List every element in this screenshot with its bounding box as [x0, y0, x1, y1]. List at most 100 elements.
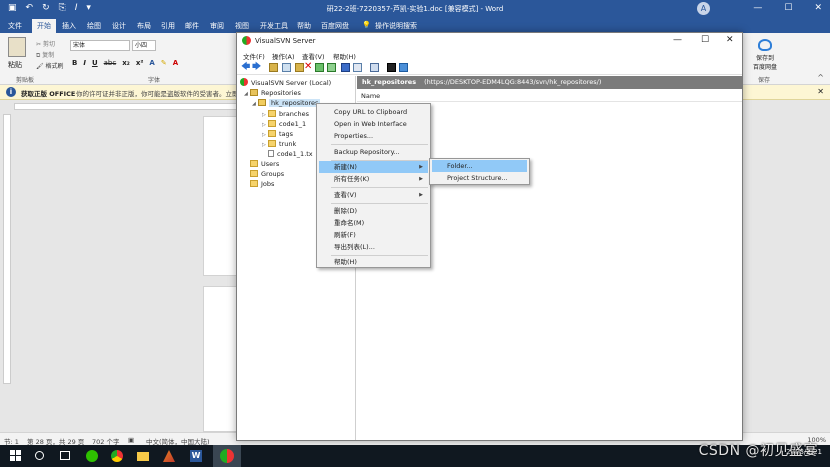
delete-icon[interactable]: ✕	[304, 62, 313, 72]
tree-groups[interactable]: Groups	[250, 169, 284, 179]
notice-close-icon[interactable]: ✕	[817, 87, 824, 96]
tab-mailings[interactable]: 邮件	[185, 21, 199, 31]
properties-icon[interactable]	[341, 63, 350, 72]
tab-review[interactable]: 审阅	[210, 21, 224, 31]
tree-users[interactable]: Users	[250, 159, 279, 169]
tree-tags[interactable]: ▷ tags	[262, 129, 293, 139]
menu-view-sub[interactable]: 查看(V) ▶	[319, 189, 428, 201]
new-window-icon[interactable]	[370, 63, 379, 72]
italic-button[interactable]: I	[83, 59, 86, 67]
menu-open-web[interactable]: Open in Web Interface	[319, 118, 407, 130]
text-effects-button[interactable]: A	[149, 59, 154, 67]
tab-layout[interactable]: 布局	[137, 21, 151, 31]
tab-baidu-netdisk[interactable]: 百度网盘	[321, 21, 349, 31]
document-page[interactable]	[203, 116, 237, 276]
paste-icon[interactable]	[8, 37, 26, 57]
tab-file[interactable]: 文件	[8, 21, 22, 31]
menu-all-tasks[interactable]: 所有任务(K) ▶	[319, 173, 428, 185]
tree-server[interactable]: VisualSVN Server (Local)	[240, 78, 331, 88]
svn-maximize-button[interactable]: ☐	[701, 35, 709, 45]
menu-copy-url[interactable]: Copy URL to Clipboard	[319, 106, 407, 118]
tab-help[interactable]: 帮助	[297, 21, 311, 31]
cut-button[interactable]: ✂ 剪切	[36, 39, 55, 48]
file-explorer-icon[interactable]	[137, 452, 149, 461]
matlab-icon[interactable]	[163, 450, 175, 462]
show-tree-icon[interactable]	[282, 63, 291, 72]
tree-repo-hk[interactable]: ◢ hk_repositores	[252, 98, 321, 108]
maximize-button[interactable]: ☐	[784, 3, 792, 13]
tab-insert[interactable]: 插入	[62, 21, 76, 31]
console-icon[interactable]	[387, 63, 396, 72]
paste-label[interactable]: 粘贴	[8, 60, 22, 70]
font-name-box[interactable]: 宋体	[70, 40, 130, 51]
word-taskbar-icon[interactable]: W	[190, 450, 202, 462]
menu-view[interactable]: 查看(V)	[302, 51, 325, 61]
new-item-icon[interactable]	[295, 63, 304, 72]
menu-action[interactable]: 操作(A)	[272, 51, 295, 61]
forward-icon[interactable]: 🡆	[252, 63, 261, 72]
strikethrough-button[interactable]: abc	[104, 59, 117, 67]
format-painter-button[interactable]: 🖌 格式刷	[36, 61, 64, 70]
horizontal-ruler	[14, 103, 240, 110]
submenu-folder[interactable]: Folder...	[432, 160, 527, 172]
tell-me-search[interactable]: 操作说明搜索	[375, 21, 417, 31]
menu-help[interactable]: 帮助(H)	[333, 51, 356, 61]
tree-trunk[interactable]: ▷ trunk	[262, 139, 296, 149]
font-size-box[interactable]: 小四	[132, 40, 156, 51]
collapse-ribbon-icon[interactable]: ^	[817, 73, 824, 82]
menu-new[interactable]: 新建(N) ▶	[319, 161, 428, 173]
lightbulb-icon: 💡	[362, 21, 371, 29]
menu-properties[interactable]: Properties...	[319, 130, 373, 142]
menu-backup[interactable]: Backup Repository...	[319, 146, 400, 158]
visualsvn-taskbar-icon[interactable]	[220, 449, 234, 463]
search-icon[interactable]	[35, 451, 44, 460]
clipboard-group-label: 剪贴板	[16, 77, 35, 84]
copy-button[interactable]: ⧉ 复制	[36, 50, 54, 60]
chrome-icon[interactable]	[111, 450, 123, 462]
tree-repositories[interactable]: ◢ Repositories	[244, 88, 301, 98]
tree-jobs[interactable]: Jobs	[250, 179, 274, 189]
tab-home[interactable]: 开始	[32, 19, 56, 34]
svn-minimize-button[interactable]: —	[673, 35, 682, 45]
help-icon[interactable]	[353, 63, 362, 72]
wechat-icon[interactable]	[86, 450, 98, 462]
menu-export-list[interactable]: 导出列表(L)...	[319, 241, 375, 253]
underline-button[interactable]: U	[92, 59, 98, 67]
tree-branches[interactable]: ▷ branches	[262, 109, 309, 119]
tab-developer[interactable]: 开发工具	[260, 21, 288, 31]
tree-code1-1[interactable]: ▷ code1_1	[262, 119, 306, 129]
tab-view[interactable]: 视图	[235, 21, 249, 31]
font-color-button[interactable]: A	[173, 59, 178, 67]
manage-icon[interactable]	[399, 63, 408, 72]
windows-start-icon[interactable]	[10, 450, 22, 462]
tab-draw[interactable]: 绘图	[87, 21, 101, 31]
subscript-button[interactable]: x₂	[122, 59, 130, 67]
up-folder-icon[interactable]	[269, 63, 278, 72]
task-view-icon[interactable]	[60, 451, 70, 460]
groups-folder-icon	[250, 170, 258, 177]
menu-help-item[interactable]: 帮助(H)	[319, 256, 357, 268]
tree-file-code1-1[interactable]: code1_1.tx	[268, 149, 313, 159]
back-icon[interactable]: 🡄	[241, 63, 250, 72]
svn-close-button[interactable]: ✕	[726, 35, 734, 45]
submenu-project-structure[interactable]: Project Structure...	[432, 172, 527, 184]
close-button[interactable]: ✕	[814, 3, 822, 13]
refresh-icon[interactable]	[315, 63, 324, 72]
bold-button[interactable]: B	[72, 59, 77, 67]
account-avatar[interactable]: A	[697, 2, 710, 15]
menu-delete[interactable]: 删除(D)	[319, 205, 357, 217]
proofing-icon[interactable]: ▣	[128, 436, 134, 444]
export-icon[interactable]	[327, 63, 336, 72]
tab-design[interactable]: 设计	[112, 21, 126, 31]
document-page-next[interactable]	[203, 286, 237, 432]
menu-rename[interactable]: 重命名(M)	[319, 217, 364, 229]
tab-references[interactable]: 引用	[161, 21, 175, 31]
repository-icon	[258, 99, 266, 106]
menu-refresh[interactable]: 刷新(F)	[319, 229, 356, 241]
superscript-button[interactable]: x²	[136, 59, 144, 67]
highlight-color-button[interactable]: ✎	[161, 59, 167, 67]
save-to-baidu-button[interactable]: 保存到 百度网盘	[750, 39, 780, 71]
minimize-button[interactable]: —	[753, 3, 762, 13]
menu-file[interactable]: 文件(F)	[243, 51, 265, 61]
column-header-name[interactable]: Name	[357, 90, 742, 102]
